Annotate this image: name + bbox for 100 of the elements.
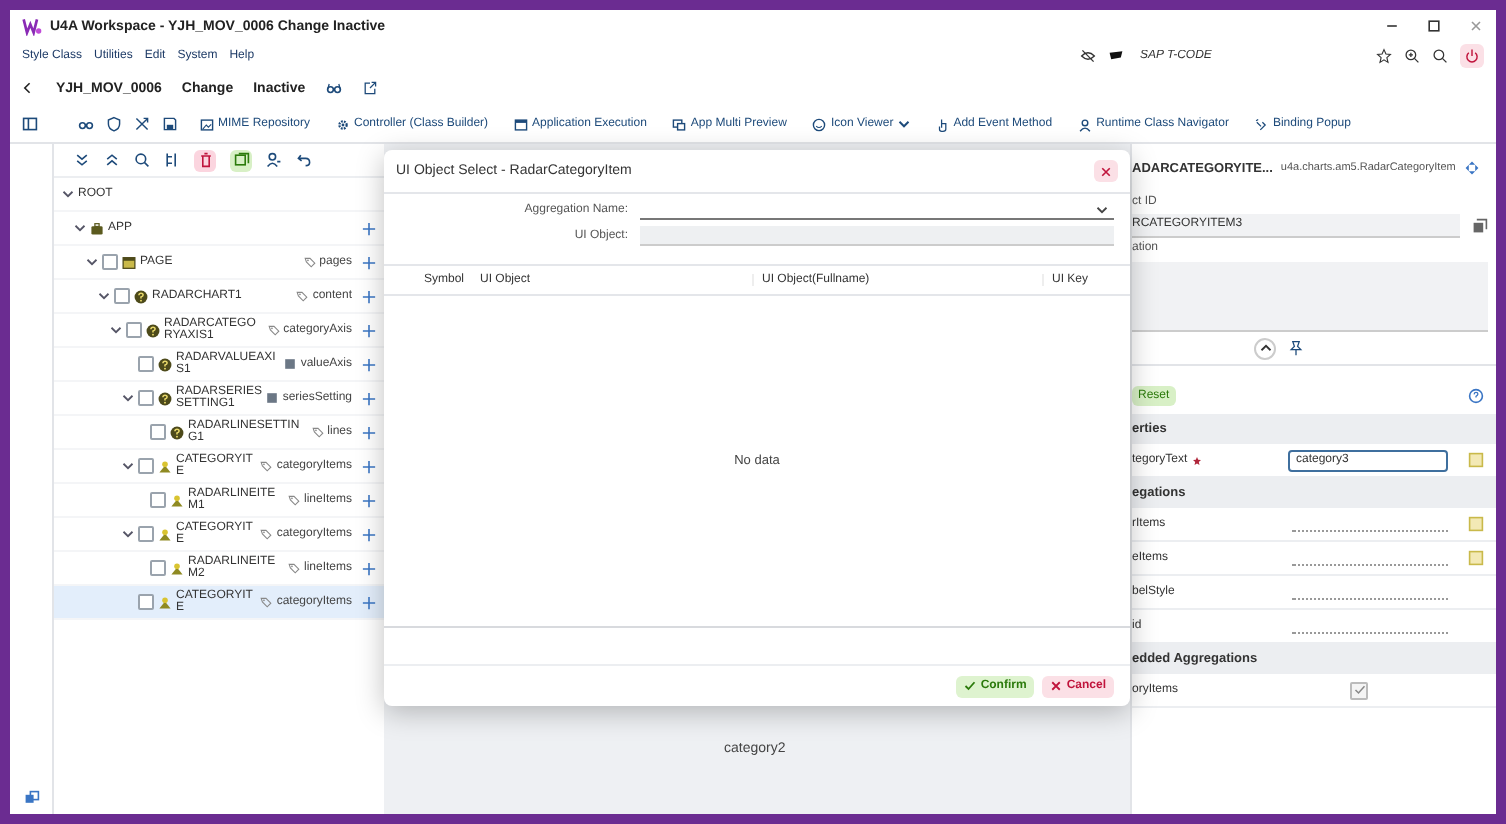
maximize-icon[interactable]: [1426, 18, 1442, 34]
caret-icon[interactable]: [86, 256, 98, 268]
checkbox[interactable]: [150, 560, 166, 576]
tag-icon: [311, 426, 324, 438]
close-icon[interactable]: [1468, 18, 1484, 34]
question-icon: [158, 391, 172, 405]
tag-icon: [267, 324, 280, 336]
checkbox[interactable]: [138, 594, 154, 610]
tag-icon: [260, 528, 273, 540]
undo-icon[interactable]: [296, 152, 312, 168]
windows-icon[interactable]: [23, 790, 39, 806]
add-icon[interactable]: [362, 527, 376, 541]
shapes-icon: [158, 595, 172, 609]
delete-button[interactable]: [194, 149, 216, 171]
close-icon: [1100, 165, 1112, 177]
search-icon[interactable]: [134, 152, 150, 168]
save-icon[interactable]: [162, 116, 178, 132]
app-logo-icon: [22, 16, 42, 36]
star-icon[interactable]: [1376, 48, 1392, 64]
image-icon: [200, 117, 214, 131]
checkbox[interactable]: [1350, 681, 1368, 699]
caret-icon[interactable]: [122, 528, 134, 540]
caret-icon[interactable]: [122, 392, 134, 404]
trash-icon: [197, 152, 213, 168]
add-icon[interactable]: [362, 493, 376, 507]
caret-icon[interactable]: [62, 188, 74, 200]
collapse-all-icon[interactable]: [104, 152, 120, 168]
shapes-icon: [170, 493, 184, 507]
pin-icon[interactable]: [1288, 340, 1304, 356]
shapes-icon: [158, 527, 172, 541]
check-icon: [964, 680, 977, 692]
window-icon: [514, 117, 529, 131]
collapse-button[interactable]: [1254, 337, 1276, 359]
copy-button[interactable]: [230, 149, 252, 171]
tag-icon: [260, 460, 273, 472]
back-icon[interactable]: [20, 80, 36, 96]
tag-icon: [303, 256, 316, 268]
checkbox[interactable]: [138, 390, 154, 406]
square-icon: [284, 358, 297, 370]
tag-icon: [260, 596, 273, 608]
search-icon[interactable]: [1432, 48, 1448, 64]
glasses-icon[interactable]: [325, 80, 342, 96]
add-icon[interactable]: [362, 289, 376, 303]
move-icon[interactable]: [1464, 160, 1481, 176]
question-icon: [146, 323, 160, 337]
close-icon: [1050, 680, 1063, 692]
add-icon[interactable]: [362, 357, 376, 371]
eye-off-icon[interactable]: [1080, 48, 1096, 64]
smile-icon: [812, 117, 827, 131]
add-icon[interactable]: [362, 391, 376, 405]
shield-icon[interactable]: [106, 116, 122, 132]
screens-icon: [672, 117, 687, 131]
copy-icon: [233, 152, 249, 168]
caret-icon[interactable]: [98, 290, 110, 302]
gear-icon: [336, 117, 351, 131]
tag-icon: [287, 562, 300, 574]
square-icon: [266, 392, 279, 404]
shapes-icon: [170, 561, 184, 575]
checkbox[interactable]: [114, 288, 130, 304]
question-icon: [158, 357, 172, 371]
checkbox[interactable]: [126, 322, 142, 338]
add-icon[interactable]: [362, 255, 376, 269]
add-icon[interactable]: [362, 561, 376, 575]
person-icon[interactable]: [266, 152, 282, 168]
caret-icon: [897, 118, 910, 130]
copy-icon[interactable]: [1472, 218, 1488, 234]
tag-icon: [296, 290, 309, 302]
caret-icon[interactable]: [122, 460, 134, 472]
add-icon[interactable]: [362, 595, 376, 609]
checkbox[interactable]: [150, 492, 166, 508]
add-icon[interactable]: [362, 425, 376, 439]
checkbox[interactable]: [138, 526, 154, 542]
close-button[interactable]: [1094, 160, 1118, 182]
person-icon: [1078, 117, 1093, 131]
crossed-arrows-icon[interactable]: [134, 116, 150, 132]
caret-icon[interactable]: [74, 222, 86, 234]
caret-icon: [1259, 342, 1271, 354]
zoom-in-icon[interactable]: [1404, 48, 1420, 64]
glasses-icon[interactable]: [78, 116, 94, 132]
checkbox[interactable]: [138, 458, 154, 474]
caret-icon[interactable]: [110, 324, 122, 336]
export-icon[interactable]: [361, 80, 378, 96]
shapes-icon: [158, 459, 172, 473]
checkbox[interactable]: [138, 356, 154, 372]
checkbox[interactable]: [150, 424, 166, 440]
expand-all-icon[interactable]: [74, 152, 90, 168]
caret-icon: [1096, 203, 1108, 215]
help-icon[interactable]: [1468, 388, 1484, 404]
window-icon: [122, 255, 136, 269]
power-button[interactable]: [1460, 44, 1484, 68]
flag-icon: [1108, 48, 1124, 64]
panel-icon[interactable]: [22, 116, 38, 132]
question-icon: [170, 425, 184, 439]
checkbox[interactable]: [102, 254, 118, 270]
description-field[interactable]: [1132, 262, 1488, 332]
pointer-icon: [935, 117, 950, 131]
add-icon[interactable]: [362, 221, 376, 235]
add-icon[interactable]: [362, 323, 376, 337]
tag-icon: [287, 494, 300, 506]
add-icon[interactable]: [362, 459, 376, 473]
